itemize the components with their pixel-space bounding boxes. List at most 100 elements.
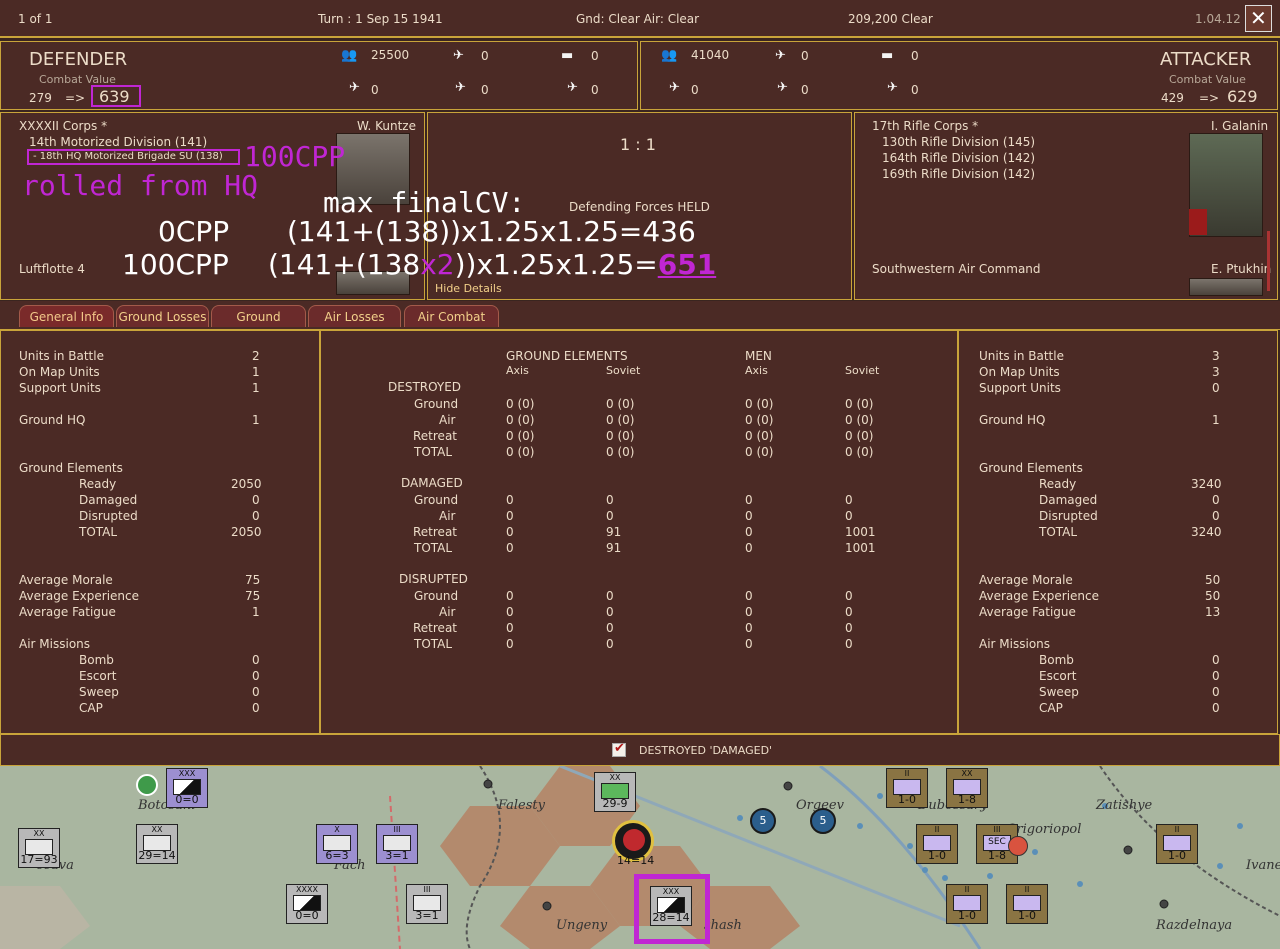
unit-strength: 0=0 bbox=[175, 793, 199, 806]
tab-ground-combat[interactable]: Ground Combat bbox=[211, 305, 306, 346]
defender-cv-arrow: => bbox=[65, 91, 86, 105]
unit-strength: 17=93 bbox=[20, 853, 58, 866]
unit-counter[interactable]: X 6=3 bbox=[316, 824, 358, 864]
game-map[interactable]: Botosani Falesty Orgeev Dubossary Zatish… bbox=[0, 766, 1280, 949]
cell: 0 (0) bbox=[845, 413, 874, 427]
defender-fighters: 0 bbox=[481, 49, 489, 63]
air-base-icon[interactable]: 5 bbox=[810, 808, 836, 834]
stat-value: 2050 bbox=[231, 525, 262, 539]
stat-value: 2 bbox=[252, 349, 260, 363]
attacker-corps[interactable]: 17th Rifle Corps * bbox=[872, 119, 978, 133]
unit-counter[interactable]: II 1-0 bbox=[886, 768, 928, 808]
stat-value: 1 bbox=[252, 365, 260, 379]
unit-counter[interactable]: III 3=1 bbox=[406, 884, 448, 924]
ground-elements-header: GROUND ELEMENTS bbox=[506, 349, 628, 363]
attacker-cv-final: 629 bbox=[1227, 87, 1258, 106]
section-disrupted: DISRUPTED bbox=[399, 572, 468, 586]
annotation-eq1: (141+(138))x1.25x1.25=436 bbox=[287, 215, 696, 248]
men-icon: 👥 bbox=[341, 48, 358, 63]
cell: 0 (0) bbox=[606, 397, 635, 411]
cell: 0 (0) bbox=[745, 397, 774, 411]
stat-label: TOTAL bbox=[1039, 525, 1078, 539]
stat-value: 3 bbox=[1212, 365, 1220, 379]
echelon-label: II bbox=[1024, 885, 1030, 894]
stat-label: Average Fatigue bbox=[19, 605, 116, 619]
defender-stats-panel: Units in Battle 2 On Map Units 1 Support… bbox=[0, 330, 320, 734]
defender-title: DEFENDER bbox=[29, 49, 128, 70]
men-header: MEN bbox=[745, 349, 772, 363]
unit-counter[interactable]: XX 1-8 bbox=[946, 768, 988, 808]
tab-general-info[interactable]: General Info bbox=[19, 305, 114, 327]
scrollbar[interactable] bbox=[1267, 231, 1270, 291]
stat-value: 3240 bbox=[1191, 525, 1222, 539]
cell: 0 (0) bbox=[745, 413, 774, 427]
cell: 0 (0) bbox=[745, 445, 774, 459]
unit-counter[interactable]: XX 29-9 bbox=[594, 772, 636, 812]
defender-brigade[interactable]: - 18th HQ Motorized Brigade SU (138) bbox=[33, 151, 223, 162]
cell: 0 bbox=[845, 509, 853, 523]
stat-label: Support Units bbox=[19, 381, 101, 395]
unit-counter[interactable]: XX 29=14 bbox=[136, 824, 178, 864]
unit-counter[interactable]: XXX 28=14 bbox=[650, 886, 692, 926]
stat-label: Average Morale bbox=[19, 573, 113, 587]
unit-strength: 1-0 bbox=[898, 793, 916, 806]
cell: 0 (0) bbox=[606, 413, 635, 427]
stat-value: 1 bbox=[252, 605, 260, 619]
stat-label: Units in Battle bbox=[19, 349, 104, 363]
stat-value: 0 bbox=[252, 701, 260, 715]
cell: 0 bbox=[506, 509, 514, 523]
page-indicator: 1 of 1 bbox=[18, 12, 53, 26]
tab-air-combat[interactable]: Air Combat bbox=[404, 305, 499, 327]
tab-air-losses[interactable]: Air Losses bbox=[308, 305, 401, 327]
stat-label: Average Experience bbox=[19, 589, 140, 603]
unit-counter[interactable]: III 3=1 bbox=[376, 824, 418, 864]
stat-value: 0 bbox=[1212, 509, 1220, 523]
fighter-icon: ✈ bbox=[775, 48, 786, 63]
unit-counter[interactable]: XXXX 0=0 bbox=[286, 884, 328, 924]
cell: 0 bbox=[506, 605, 514, 619]
town-label: Zatishye bbox=[1096, 798, 1153, 813]
attacker-div-1[interactable]: 130th Rifle Division (145) bbox=[882, 135, 1035, 149]
air-base-icon[interactable]: 5 bbox=[750, 808, 776, 834]
tank-icon: ▬ bbox=[881, 48, 894, 63]
stat-value: 0 bbox=[1212, 685, 1220, 699]
check-icon: ✔ bbox=[614, 741, 625, 756]
top-bar: 1 of 1 Turn : 1 Sep 15 1941 Gnd: Clear A… bbox=[0, 0, 1280, 38]
badge-value: 5 bbox=[819, 814, 827, 827]
town-label: Falesty bbox=[498, 798, 545, 813]
defender-division[interactable]: 14th Motorized Division (141) bbox=[29, 135, 207, 149]
unit-strength: 14=14 bbox=[617, 854, 655, 867]
hide-details-link[interactable]: Hide Details bbox=[435, 282, 502, 295]
defender-air-command[interactable]: Luftflotte 4 bbox=[19, 262, 85, 276]
cell: 0 bbox=[506, 493, 514, 507]
unit-counter[interactable]: II 1-0 bbox=[1006, 884, 1048, 924]
tab-ground-losses[interactable]: Ground Losses bbox=[116, 305, 209, 327]
unit-counter[interactable]: II 1-0 bbox=[946, 884, 988, 924]
unit-counter[interactable]: II 1-0 bbox=[1156, 824, 1198, 864]
attacker-div-2[interactable]: 164th Rifle Division (142) bbox=[882, 151, 1035, 165]
row-label: Retreat bbox=[413, 525, 457, 539]
air-commander-portrait bbox=[1189, 278, 1263, 296]
stat-value: 75 bbox=[245, 573, 261, 587]
row-label: Retreat bbox=[413, 621, 457, 635]
unit-strength: 29-9 bbox=[602, 797, 628, 810]
annotation-eq2: (141+(138x2))x1.25x1.25=651 bbox=[268, 248, 716, 281]
defender-corps[interactable]: XXXXII Corps * bbox=[19, 119, 107, 133]
cell: 91 bbox=[606, 541, 622, 555]
transport-icon: ✈ bbox=[567, 80, 578, 95]
destroyed-damaged-checkbox[interactable]: ✔ bbox=[612, 741, 626, 757]
cell: 0 bbox=[506, 541, 514, 555]
attacker-cv-start: 429 bbox=[1161, 91, 1184, 105]
cell: 0 bbox=[745, 541, 753, 555]
defender-air1: 0 bbox=[371, 83, 379, 97]
unit-counter[interactable]: XXX 0=0 bbox=[166, 768, 208, 808]
close-button[interactable]: ✕ bbox=[1245, 5, 1272, 32]
cell: 0 bbox=[845, 605, 853, 619]
attacker-air-command[interactable]: Southwestern Air Command bbox=[872, 262, 1041, 276]
attacker-div-3[interactable]: 169th Rifle Division (142) bbox=[882, 167, 1035, 181]
unit-counter[interactable]: XX 17=93 bbox=[18, 828, 60, 868]
unit-counter[interactable]: II 1-0 bbox=[916, 824, 958, 864]
cell: 0 (0) bbox=[845, 429, 874, 443]
attacker-air1: 0 bbox=[691, 83, 699, 97]
cell: 0 bbox=[845, 493, 853, 507]
